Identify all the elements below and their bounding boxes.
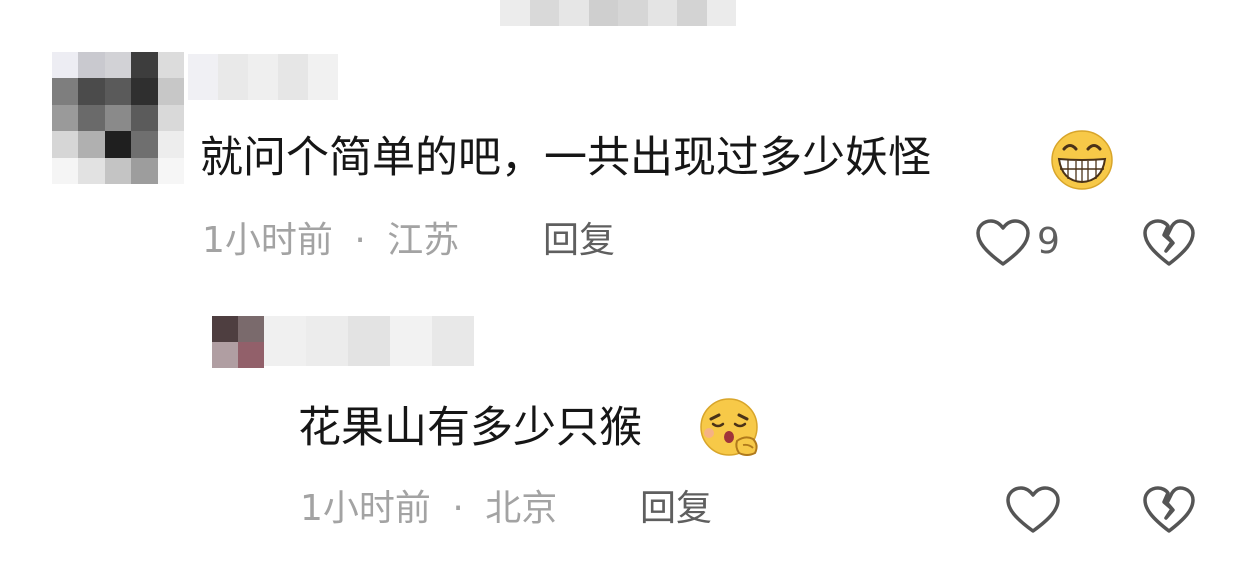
avatar[interactable] [52, 52, 184, 184]
mosaic-cell [278, 54, 308, 100]
mosaic-cell [559, 0, 589, 26]
reply-avatar[interactable] [212, 316, 264, 368]
mosaic-cell [104, 104, 132, 132]
broken-heart-icon[interactable] [1142, 218, 1196, 268]
mosaic-cell [157, 131, 184, 158]
heart-icon[interactable] [1005, 485, 1061, 535]
mosaic-cell [529, 0, 559, 26]
mosaic-cell [78, 78, 105, 105]
mosaic-cell [500, 0, 530, 26]
mosaic-cell [131, 157, 158, 184]
mosaic-cell [238, 316, 264, 342]
reply-meta: 1小时前 · 北京 [300, 487, 557, 531]
comment-location: 江苏 [387, 220, 460, 261]
comment-meta: 1小时前 · 江苏 [202, 219, 459, 263]
mosaic-cell [248, 54, 278, 100]
reply-time: 1小时前 [300, 488, 431, 529]
mosaic-cell [212, 342, 238, 368]
reply-text-content: 花果山有多少只猴 [298, 403, 642, 453]
mosaic-cell [306, 316, 348, 366]
mosaic-cell [218, 54, 248, 100]
mosaic-cell [131, 131, 158, 158]
mosaic-cell [212, 316, 238, 342]
blurred-text-top [500, 0, 736, 26]
mosaic-cell [131, 104, 158, 132]
mosaic-cell [131, 52, 158, 79]
reply-location: 北京 [485, 488, 558, 529]
mosaic-cell [104, 157, 132, 184]
mosaic-cell [78, 52, 105, 79]
like-count: 9 [1037, 221, 1060, 262]
comment-text-content: 就问个简单的吧，一共出现过多少妖怪 [200, 133, 931, 183]
mosaic-cell [104, 52, 132, 79]
mosaic-cell [188, 54, 218, 100]
mosaic-cell [157, 104, 184, 132]
reply-reply-button[interactable]: 回复 [640, 487, 712, 531]
meta-separator: · [354, 220, 366, 261]
mosaic-cell [52, 78, 79, 105]
mosaic-cell [618, 0, 648, 26]
reply-username-blurred[interactable] [264, 316, 474, 366]
mosaic-cell [238, 342, 264, 368]
mosaic-cell [157, 157, 184, 184]
mosaic-cell [131, 78, 158, 105]
mosaic-cell [78, 157, 105, 184]
username-blurred[interactable] [188, 54, 338, 100]
mosaic-cell [706, 0, 736, 26]
broken-heart-icon[interactable] [1142, 485, 1196, 535]
reply-text: 花果山有多少只猴 [298, 400, 642, 456]
mosaic-cell [264, 316, 306, 366]
comment-time: 1小时前 [202, 220, 333, 261]
mosaic-cell [677, 0, 707, 26]
mosaic-cell [52, 131, 79, 158]
mosaic-cell [432, 316, 474, 366]
mosaic-cell [78, 104, 105, 132]
meta-separator: · [452, 488, 464, 529]
mosaic-cell [647, 0, 677, 26]
mosaic-cell [78, 131, 105, 158]
mosaic-cell [104, 131, 132, 158]
mosaic-cell [52, 52, 79, 79]
comment-text: 就问个简单的吧，一共出现过多少妖怪 [200, 130, 931, 186]
shushing-face-emoji [700, 398, 758, 456]
reply-button[interactable]: 回复 [543, 219, 615, 263]
mosaic-cell [52, 104, 79, 132]
mosaic-cell [390, 316, 432, 366]
mosaic-cell [157, 52, 184, 79]
mosaic-cell [348, 316, 390, 366]
grinning-face-emoji [1051, 130, 1113, 190]
mosaic-cell [52, 157, 79, 184]
mosaic-cell [104, 78, 132, 105]
mosaic-cell [308, 54, 338, 100]
mosaic-cell [157, 78, 184, 105]
heart-icon[interactable] [975, 218, 1031, 268]
mosaic-cell [588, 0, 618, 26]
